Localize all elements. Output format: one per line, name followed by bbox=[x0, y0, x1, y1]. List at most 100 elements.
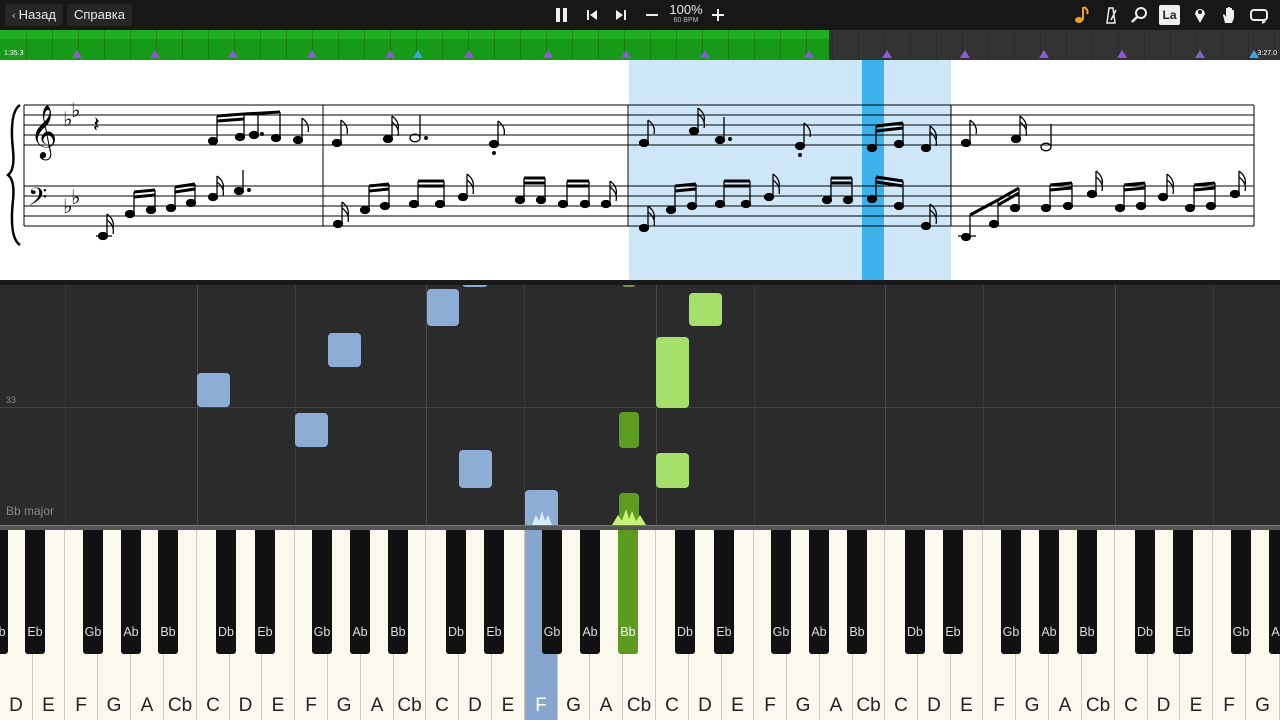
black-key[interactable]: Bb bbox=[847, 530, 867, 654]
back-button[interactable]: ‹ Назад bbox=[5, 4, 63, 26]
key-label: Ab bbox=[123, 625, 139, 639]
timeline-marker[interactable] bbox=[228, 50, 238, 58]
black-key[interactable]: Eb bbox=[484, 530, 504, 654]
falling-note bbox=[328, 333, 361, 367]
note-color-icon[interactable] bbox=[1071, 5, 1093, 25]
timeline-marker[interactable] bbox=[621, 50, 631, 58]
help-button-label: Справка bbox=[74, 7, 125, 22]
plus-icon[interactable] bbox=[707, 5, 729, 25]
black-key[interactable]: Gb bbox=[1001, 530, 1021, 654]
key-label: Ab bbox=[1041, 625, 1057, 639]
timeline-marker[interactable] bbox=[385, 50, 395, 58]
timeline-marker[interactable] bbox=[1195, 50, 1205, 58]
falling-note bbox=[462, 285, 488, 287]
black-key[interactable]: Db bbox=[675, 530, 695, 654]
grid-line bbox=[885, 285, 886, 525]
black-key[interactable]: Gb bbox=[312, 530, 332, 654]
zoom-icon[interactable] bbox=[1129, 5, 1151, 25]
skip-forward-icon[interactable] bbox=[610, 5, 632, 25]
timeline-tick bbox=[1066, 30, 1067, 60]
timeline-marker[interactable] bbox=[543, 50, 553, 58]
piano-roll: 33 Bb major bbox=[0, 285, 1280, 525]
help-button[interactable]: Справка bbox=[67, 4, 132, 26]
speed-display: 100% 60 BPM bbox=[667, 3, 705, 25]
black-key[interactable]: Gb bbox=[83, 530, 103, 654]
key-label: F bbox=[305, 695, 317, 716]
timeline-tick bbox=[858, 30, 859, 60]
black-key[interactable]: Eb bbox=[255, 530, 275, 654]
black-key[interactable]: Ab bbox=[1269, 530, 1280, 654]
timeline-marker[interactable] bbox=[1039, 50, 1049, 58]
timeline-tick bbox=[104, 30, 105, 60]
black-key[interactable]: Eb bbox=[943, 530, 963, 654]
key-label: Eb bbox=[27, 625, 43, 639]
timeline-marker[interactable] bbox=[150, 50, 160, 58]
timeline-tick bbox=[1092, 30, 1093, 60]
minus-icon[interactable] bbox=[641, 5, 663, 25]
black-key-pressed[interactable]: Bb bbox=[618, 530, 638, 654]
grid-line bbox=[65, 285, 66, 525]
key-label: Ab bbox=[352, 625, 368, 639]
key-hit-sparkle bbox=[612, 509, 646, 525]
falling-note bbox=[622, 285, 636, 287]
black-key[interactable]: Bb bbox=[0, 530, 8, 654]
falling-note bbox=[197, 373, 230, 407]
grid-line bbox=[1115, 285, 1116, 525]
skip-back-icon[interactable] bbox=[581, 5, 603, 25]
black-key[interactable]: Bb bbox=[158, 530, 178, 654]
timeline-marker-current[interactable] bbox=[413, 50, 423, 58]
key-label: Ab bbox=[1271, 625, 1280, 639]
key-label: F bbox=[75, 695, 87, 716]
sheet-music[interactable]: 𝄞 𝄢 ♭ ♭ ♭ ♭ 𝄽 bbox=[0, 60, 1280, 282]
black-key[interactable]: Db bbox=[1135, 530, 1155, 654]
timeline-marker[interactable] bbox=[464, 50, 474, 58]
key-label: Cb bbox=[1085, 695, 1111, 716]
timeline-marker[interactable] bbox=[882, 50, 892, 58]
grid-line bbox=[524, 285, 525, 525]
key-label: E bbox=[1189, 695, 1203, 716]
black-key[interactable]: Db bbox=[905, 530, 925, 654]
black-key[interactable]: Ab bbox=[580, 530, 600, 654]
key-label: D bbox=[9, 695, 23, 716]
timeline-scrubber[interactable]: 1:35.3 3:27.0 bbox=[0, 30, 1280, 60]
black-key[interactable]: Ab bbox=[1039, 530, 1059, 654]
black-key[interactable]: Ab bbox=[809, 530, 829, 654]
timeline-marker[interactable] bbox=[700, 50, 710, 58]
timeline-tick bbox=[572, 30, 573, 60]
black-key[interactable]: Eb bbox=[714, 530, 734, 654]
metronome-icon[interactable] bbox=[1100, 5, 1122, 25]
key-label: G bbox=[566, 695, 581, 716]
timeline-marker[interactable] bbox=[307, 50, 317, 58]
black-key[interactable]: Eb bbox=[1173, 530, 1193, 654]
pause-icon[interactable] bbox=[551, 5, 573, 25]
timeline-marker[interactable] bbox=[72, 50, 82, 58]
black-key[interactable]: Gb bbox=[771, 530, 791, 654]
key-label: G bbox=[106, 695, 122, 716]
key-label: Cb bbox=[626, 695, 652, 716]
loop-icon[interactable] bbox=[1248, 5, 1270, 25]
timeline-marker[interactable] bbox=[960, 50, 970, 58]
black-key[interactable]: Db bbox=[446, 530, 466, 654]
timeline-tick bbox=[208, 30, 209, 60]
black-key[interactable]: Db bbox=[216, 530, 236, 654]
marker-icon[interactable] bbox=[1189, 5, 1211, 25]
key-label: Db bbox=[218, 625, 234, 639]
black-key[interactable]: Bb bbox=[1077, 530, 1097, 654]
key-hit-sparkle bbox=[532, 511, 552, 525]
piano-keyboard[interactable]: D E F G A Cb C D E F G A Cb C D E F G A … bbox=[0, 530, 1280, 720]
key-label: D bbox=[927, 695, 941, 716]
black-key[interactable]: Bb bbox=[388, 530, 408, 654]
key-label: Db bbox=[907, 625, 923, 639]
key-label: Gb bbox=[543, 625, 561, 639]
key-label: Eb bbox=[257, 625, 273, 639]
black-key[interactable]: Eb bbox=[25, 530, 45, 654]
black-key[interactable]: Gb bbox=[1231, 530, 1251, 654]
black-key[interactable]: Gb bbox=[542, 530, 562, 654]
hand-icon[interactable] bbox=[1218, 5, 1240, 25]
timeline-tick bbox=[442, 30, 443, 60]
timeline-marker[interactable] bbox=[1117, 50, 1127, 58]
black-key[interactable]: Ab bbox=[121, 530, 141, 654]
timeline-marker[interactable] bbox=[804, 50, 814, 58]
black-key[interactable]: Ab bbox=[350, 530, 370, 654]
note-labels-icon[interactable]: La bbox=[1159, 5, 1180, 25]
